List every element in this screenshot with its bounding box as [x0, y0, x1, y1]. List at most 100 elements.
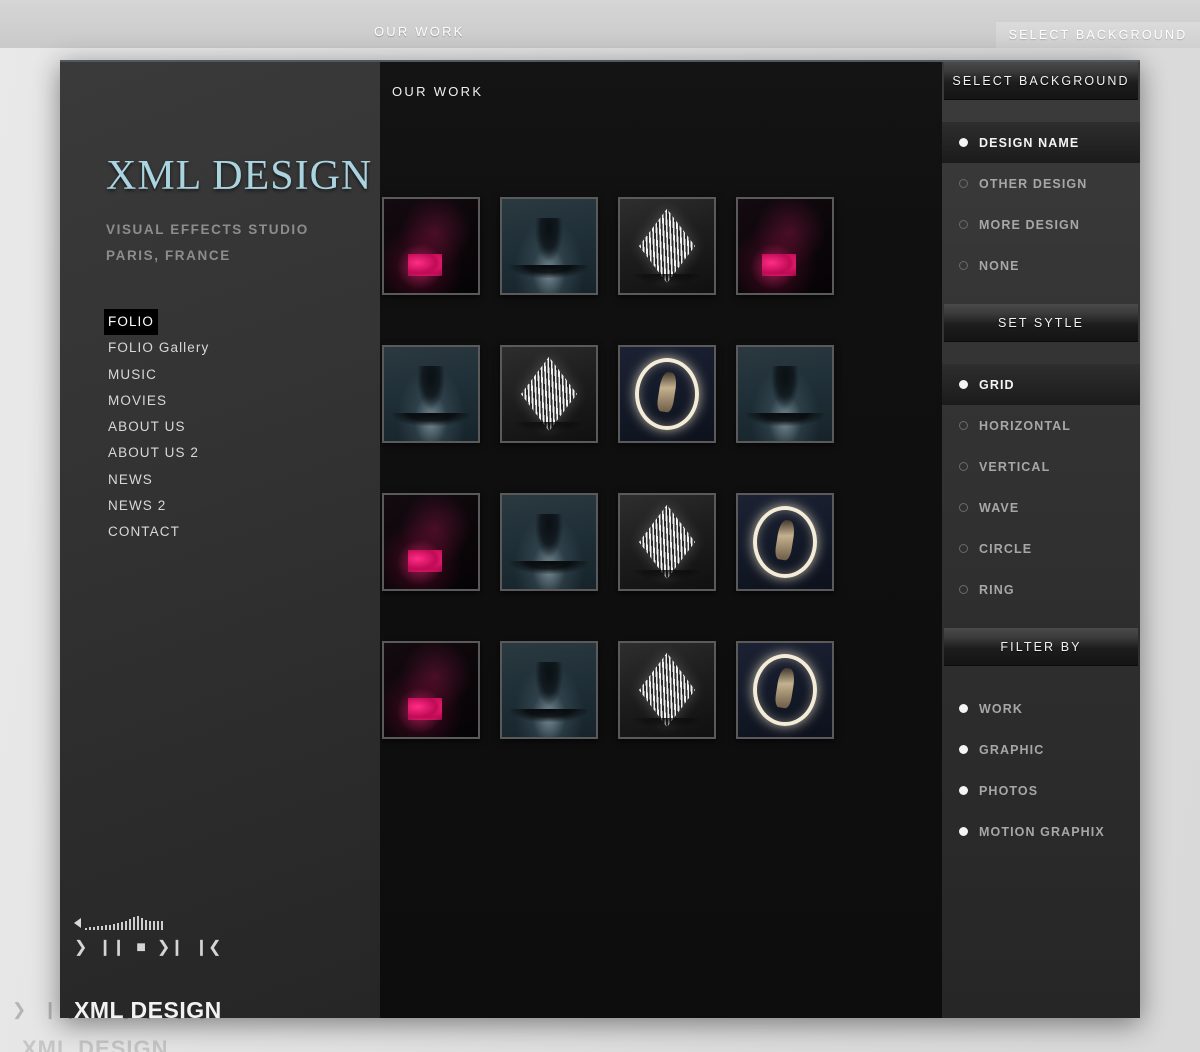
radio-off-icon — [959, 220, 968, 229]
transport-controls: ❯ ❙❙ ■ ❯❙ ❙❮ — [72, 940, 352, 956]
option-label: OTHER DESIGN — [979, 176, 1088, 191]
radio-on-icon — [959, 138, 968, 147]
volume-slider[interactable] — [72, 914, 352, 930]
right-sidebar: SELECT BACKGROUND DESIGN NAME OTHER DESI… — [942, 62, 1140, 1018]
option-other-design[interactable]: OTHER DESIGN — [942, 163, 1140, 204]
option-label: DESIGN NAME — [979, 135, 1080, 150]
nav-row: CONTACT — [104, 519, 213, 545]
gallery-thumbnail[interactable] — [500, 641, 598, 739]
option-label: VERTICAL — [979, 459, 1051, 474]
background-footer-title: XML DESIGN — [22, 1036, 169, 1052]
gallery-thumbnail[interactable] — [736, 493, 834, 591]
tagline-line-1: VISUAL EFFECTS STUDIO — [106, 222, 309, 237]
thumbnail-grid — [380, 197, 942, 741]
stop-icon[interactable]: ■ — [136, 940, 146, 956]
sidebar-item-about-us-2[interactable]: ABOUT US 2 — [104, 440, 203, 466]
gallery-thumbnail[interactable] — [500, 345, 598, 443]
thumbnail-artwork-ring — [738, 495, 832, 589]
filter-motion-graphix[interactable]: MOTION GRAPHIX — [942, 811, 1140, 852]
thumbnail-artwork-butterfly — [384, 643, 478, 737]
filter-graphic[interactable]: GRAPHIC — [942, 729, 1140, 770]
filter-photos[interactable]: PHOTOS — [942, 770, 1140, 811]
thumbnail-artwork-cube — [502, 347, 596, 441]
play-icon[interactable]: ❯ — [74, 940, 87, 956]
main-window-panel: XML DESIGN VISUAL EFFECTS STUDIO PARIS, … — [60, 60, 1140, 1018]
select-background-options: DESIGN NAME OTHER DESIGN MORE DESIGN NON… — [942, 100, 1140, 304]
sidebar-item-about-us[interactable]: ABOUT US — [104, 414, 190, 440]
next-track-icon[interactable]: ❯❙ — [157, 940, 184, 956]
option-label: HORIZONTAL — [979, 418, 1072, 433]
content-area: OUR WORK — [380, 62, 942, 1018]
speaker-icon — [74, 918, 81, 928]
nav-row: FOLIO — [104, 309, 213, 336]
gallery-thumbnail[interactable] — [618, 493, 716, 591]
option-grid[interactable]: GRID — [942, 364, 1140, 405]
gallery-thumbnail[interactable] — [382, 641, 480, 739]
left-sidebar: XML DESIGN VISUAL EFFECTS STUDIO PARIS, … — [60, 62, 380, 1018]
option-none[interactable]: NONE — [942, 245, 1140, 286]
checkbox-on-icon — [959, 745, 968, 754]
gallery-thumbnail[interactable] — [500, 197, 598, 295]
gallery-thumbnail[interactable] — [500, 493, 598, 591]
gallery-thumbnail[interactable] — [618, 345, 716, 443]
page-title: OUR WORK — [392, 84, 484, 99]
option-vertical[interactable]: VERTICAL — [942, 446, 1140, 487]
option-label: GRID — [979, 377, 1015, 392]
sidebar-item-movies[interactable]: MOVIES — [104, 388, 171, 414]
thumbnail-artwork-butterfly — [384, 495, 478, 589]
set-sytle-options: GRID HORIZONTAL VERTICAL WAVE CIRCLE RIN… — [942, 342, 1140, 628]
option-more-design[interactable]: MORE DESIGN — [942, 204, 1140, 245]
option-design-name[interactable]: DESIGN NAME — [942, 122, 1140, 163]
radio-off-icon — [959, 503, 968, 512]
gallery-thumbnail[interactable] — [382, 345, 480, 443]
brand-tagline: VISUAL EFFECTS STUDIO PARIS, FRANCE — [106, 217, 309, 269]
thumbnail-artwork-ring — [738, 643, 832, 737]
sidebar-item-music[interactable]: MUSIC — [104, 362, 161, 388]
background-select-background-button[interactable]: SELECT BACKGROUND — [996, 22, 1200, 48]
thumbnail-artwork-tree — [502, 199, 596, 293]
sidebar-item-folio-gallery[interactable]: FOLIO Gallery — [104, 335, 213, 361]
gallery-thumbnail[interactable] — [736, 641, 834, 739]
pause-icon[interactable]: ❙❙ — [98, 940, 125, 956]
filter-by-header[interactable]: FILTER BY — [944, 628, 1138, 666]
option-label: WAVE — [979, 500, 1020, 515]
sidebar-item-news[interactable]: NEWS — [104, 467, 157, 493]
sidebar-item-news-2[interactable]: NEWS 2 — [104, 493, 170, 519]
gallery-thumbnail[interactable] — [382, 197, 480, 295]
media-player: ❯ ❙❙ ■ ❯❙ ❙❮ — [72, 914, 352, 956]
option-label: PHOTOS — [979, 783, 1039, 798]
checkbox-on-icon — [959, 786, 968, 795]
previous-track-icon[interactable]: ❙❮ — [195, 940, 222, 956]
radio-off-icon — [959, 261, 968, 270]
thumbnail-artwork-butterfly — [384, 199, 478, 293]
option-label: RING — [979, 582, 1015, 597]
sidebar-item-folio[interactable]: FOLIO — [104, 309, 159, 336]
option-circle[interactable]: CIRCLE — [942, 528, 1140, 569]
brand-title: XML DESIGN — [106, 153, 373, 199]
select-background-header[interactable]: SELECT BACKGROUND — [944, 62, 1138, 100]
checkbox-on-icon — [959, 704, 968, 713]
nav-row: ABOUT US 2 — [104, 440, 213, 466]
thumbnail-artwork-tree — [738, 347, 832, 441]
tagline-line-2: PARIS, FRANCE — [106, 248, 231, 263]
thumbnail-artwork-butterfly — [738, 199, 832, 293]
gallery-thumbnail[interactable] — [736, 197, 834, 295]
option-horizontal[interactable]: HORIZONTAL — [942, 405, 1140, 446]
option-label: MOTION GRAPHIX — [979, 824, 1105, 839]
thumbnail-artwork-cube — [620, 643, 714, 737]
radio-off-icon — [959, 421, 968, 430]
gallery-thumbnail[interactable] — [618, 641, 716, 739]
thumbnail-artwork-cube — [620, 199, 714, 293]
nav-row: FOLIO Gallery — [104, 335, 213, 361]
sidebar-item-contact[interactable]: CONTACT — [104, 519, 184, 545]
filter-work[interactable]: WORK — [942, 688, 1140, 729]
set-sytle-header[interactable]: SET SYTLE — [944, 304, 1138, 342]
option-wave[interactable]: WAVE — [942, 487, 1140, 528]
option-ring[interactable]: RING — [942, 569, 1140, 610]
gallery-thumbnail[interactable] — [736, 345, 834, 443]
option-label: CIRCLE — [979, 541, 1033, 556]
checkbox-on-icon — [959, 827, 968, 836]
thumbnail-artwork-tree — [502, 495, 596, 589]
gallery-thumbnail[interactable] — [618, 197, 716, 295]
gallery-thumbnail[interactable] — [382, 493, 480, 591]
